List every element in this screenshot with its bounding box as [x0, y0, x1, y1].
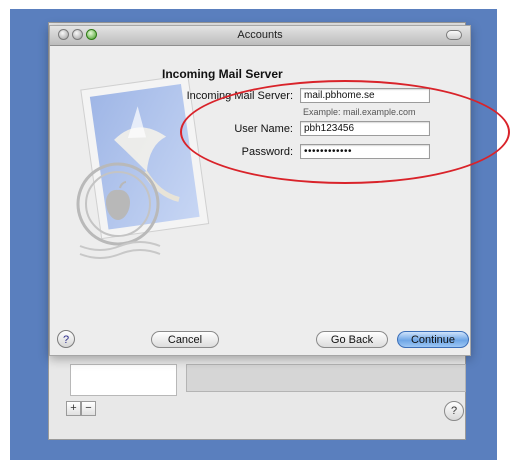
title-bar: Accounts: [50, 26, 470, 46]
cancel-button[interactable]: Cancel: [151, 331, 219, 348]
go-back-button[interactable]: Go Back: [316, 331, 388, 348]
password-field[interactable]: [300, 144, 430, 159]
remove-account-button[interactable]: −: [81, 401, 96, 416]
mail-stamp-illustration: [74, 74, 214, 266]
help-button[interactable]: ?: [57, 330, 75, 348]
account-details-panel: [186, 364, 466, 392]
window-title: Accounts: [237, 29, 283, 41]
incoming-server-label: Incoming Mail Server:: [186, 90, 293, 102]
server-example-hint: Example: mail.example.com: [303, 107, 416, 117]
new-account-sheet: Accounts Incoming Mail Server Incoming M…: [49, 25, 471, 356]
username-field[interactable]: [300, 121, 430, 136]
section-title: Incoming Mail Server: [162, 67, 283, 81]
accounts-list[interactable]: [70, 364, 177, 396]
add-account-button[interactable]: +: [66, 401, 81, 416]
toolbar-toggle-button[interactable]: [446, 30, 462, 40]
continue-button[interactable]: Continue: [397, 331, 469, 348]
window-help-button[interactable]: ?: [444, 401, 464, 421]
add-remove-controls: + −: [66, 401, 96, 416]
password-label: Password:: [241, 146, 293, 158]
username-label: User Name:: [234, 123, 293, 135]
incoming-server-field[interactable]: [300, 88, 430, 103]
stamp-icon: [76, 74, 210, 259]
